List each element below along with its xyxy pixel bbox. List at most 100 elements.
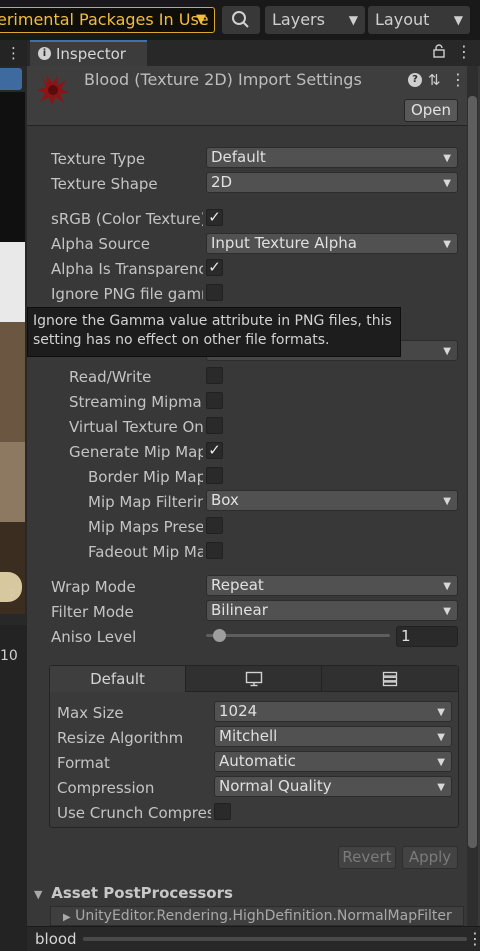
panel-menu-icon[interactable]: ⋮ (4, 586, 19, 604)
inspector-scrollbar-thumb[interactable] (468, 96, 477, 848)
compression-value: Normal Quality (219, 777, 332, 795)
tooltip: Ignore the Gamma value attribute in PNG … (27, 307, 401, 357)
apply-button[interactable]: Apply (402, 846, 458, 869)
tab-inspector[interactable]: i Inspector (30, 40, 147, 66)
mip-filtering-value: Box (211, 491, 239, 509)
tab-inspector-label: Inspector (56, 45, 126, 63)
generate-mip-checkbox[interactable]: ✓ (206, 442, 223, 459)
info-icon: i (38, 47, 51, 60)
max-size-dropdown[interactable]: 1024 ▼ (214, 701, 452, 722)
alpha-source-label: Alpha Source (51, 235, 150, 253)
postprocessors-foldout[interactable]: ▼ Asset PostProcessors (34, 884, 464, 904)
fadeout-mip-checkbox[interactable] (206, 542, 223, 559)
srgb-label: sRGB (Color Texture) (51, 210, 203, 228)
packages-in-use-button[interactable]: erimental Packages In Use ▼ (0, 7, 215, 33)
streaming-mipmaps-label: Streaming Mipmap (69, 393, 203, 411)
ignore-png-gamma-checkbox[interactable] (206, 284, 223, 301)
texture-type-dropdown[interactable]: Default ▼ (206, 147, 458, 168)
read-write-checkbox[interactable] (206, 367, 223, 384)
chevron-down-icon: ▼ (348, 13, 358, 27)
fadeout-mip-label: Fadeout Mip Ma (88, 543, 203, 561)
chevron-down-icon: ▼ (443, 581, 451, 592)
aniso-level-value: 1 (401, 627, 411, 645)
filter-mode-value: Bilinear (211, 601, 268, 619)
tab-platform-default[interactable]: Default (50, 666, 186, 692)
search-button[interactable] (222, 6, 260, 34)
border-mip-label: Border Mip Maps (88, 468, 203, 486)
resize-algorithm-dropdown[interactable]: Mitchell ▼ (214, 726, 452, 747)
chevron-down-icon: ▼ (437, 707, 445, 718)
wrap-mode-dropdown[interactable]: Repeat ▼ (206, 575, 458, 596)
chevron-down-icon: ▼ (437, 782, 445, 793)
alpha-transparency-checkbox[interactable]: ✓ (206, 259, 223, 276)
streaming-mipmaps-checkbox[interactable] (206, 392, 223, 409)
crunch-compression-checkbox[interactable] (214, 803, 231, 820)
texture-type-label: Texture Type (51, 150, 146, 168)
layers-dropdown[interactable]: Layers ▼ (265, 6, 365, 34)
asset-bundle-bar: blood ⋮ (27, 926, 480, 951)
virtual-texture-checkbox[interactable] (206, 417, 223, 434)
filter-mode-dropdown[interactable]: Bilinear ▼ (206, 600, 458, 621)
texture-shape-dropdown[interactable]: 2D ▼ (206, 172, 458, 193)
wrap-mode-value: Repeat (211, 576, 264, 594)
border-mip-checkbox[interactable] (206, 467, 223, 484)
texture-type-value: Default (211, 148, 266, 166)
alpha-source-value: Input Texture Alpha (211, 234, 357, 252)
mip-preserve-checkbox[interactable] (206, 517, 223, 534)
revert-button[interactable]: Revert (338, 846, 396, 869)
monitor-icon (245, 671, 262, 687)
compression-dropdown[interactable]: Normal Quality ▼ (214, 776, 452, 797)
tab-platform-server[interactable] (322, 666, 458, 692)
format-label: Format (57, 754, 110, 772)
chevron-down-icon: ▼ (437, 757, 445, 768)
postprocessors-header: Asset PostProcessors (51, 884, 233, 902)
scene-viewport[interactable] (0, 92, 25, 614)
resize-algorithm-value: Mitchell (219, 727, 278, 745)
postprocessor-item-label: UnityEditor.Rendering.HighDefinition.Nor… (75, 908, 452, 924)
format-dropdown[interactable]: Automatic ▼ (214, 751, 452, 772)
ignore-png-gamma-label: Ignore PNG file gamm (51, 285, 203, 303)
tab-platform-standalone[interactable] (186, 666, 322, 692)
aniso-level-label: Aniso Level (51, 628, 137, 646)
preset-settings-icon[interactable]: ⇅ (428, 71, 441, 89)
panel-menu-icon[interactable]: ⋮ (0, 40, 27, 66)
foldout-collapsed-icon: ▶ (63, 912, 71, 923)
chevron-down-icon: ▼ (196, 12, 206, 27)
format-value: Automatic (219, 752, 296, 770)
postprocessor-item[interactable]: ▶ UnityEditor.Rendering.HighDefinition.N… (50, 906, 464, 926)
chevron-down-icon: ▼ (443, 153, 451, 164)
layout-dropdown[interactable]: Layout ▼ (368, 6, 470, 34)
help-icon[interactable]: ? (408, 73, 422, 87)
mip-filtering-dropdown[interactable]: Box ▼ (206, 490, 458, 511)
srgb-checkbox[interactable]: ✓ (206, 209, 223, 226)
chevron-down-icon: ▼ (443, 239, 451, 250)
mip-preserve-label: Mip Maps Prese (88, 518, 203, 536)
aniso-level-input[interactable]: 1 (396, 626, 458, 647)
virtual-texture-label: Virtual Texture Onl (69, 418, 203, 436)
packages-label: erimental Packages In Use (0, 10, 209, 29)
aniso-slider-track[interactable] (206, 634, 390, 637)
foldout-expanded-icon: ▼ (34, 888, 43, 901)
wrap-mode-label: Wrap Mode (51, 578, 136, 596)
aniso-slider-thumb[interactable] (212, 629, 226, 642)
lower-left-panel (0, 625, 27, 951)
search-icon (232, 11, 249, 28)
asset-bundle-field[interactable] (83, 937, 467, 941)
texture-thumbnail (36, 73, 70, 107)
alpha-transparency-label: Alpha Is Transparenc (51, 260, 203, 278)
view-dropdown-button[interactable] (0, 68, 22, 90)
alpha-source-dropdown[interactable]: Input Texture Alpha ▼ (206, 233, 458, 254)
kebab-menu-icon[interactable]: ⋮ (456, 42, 472, 61)
resize-algorithm-label: Resize Algorithm (57, 729, 184, 747)
kebab-menu-icon[interactable]: ⋮ (467, 929, 480, 948)
chevron-down-icon: ▼ (443, 346, 451, 357)
mip-filtering-label: Mip Map Filterin (88, 493, 203, 511)
open-button[interactable]: Open (404, 99, 458, 122)
kebab-menu-icon[interactable]: ⋮ (450, 70, 466, 89)
layers-label: Layers (272, 10, 325, 29)
filter-mode-label: Filter Mode (51, 603, 134, 621)
asset-name: blood (35, 930, 77, 948)
zoom-value: 10 (0, 648, 18, 664)
lock-icon[interactable] (433, 44, 445, 58)
generate-mip-label: Generate Mip Map (69, 443, 203, 461)
